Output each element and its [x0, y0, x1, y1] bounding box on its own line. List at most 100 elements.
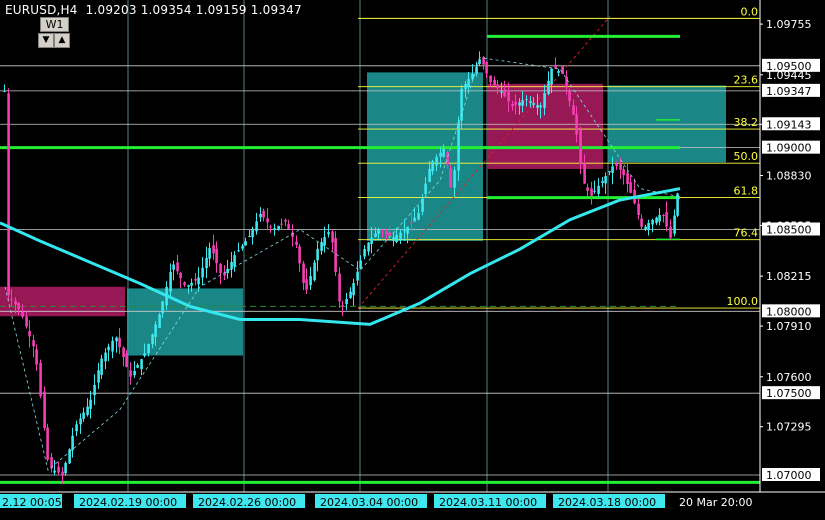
candle-body — [374, 233, 377, 237]
candle-body — [341, 305, 344, 307]
candle-body — [241, 245, 244, 249]
candle-body — [417, 213, 420, 220]
candle-body — [266, 218, 269, 223]
candle-body — [439, 152, 442, 157]
candle-body — [295, 241, 298, 245]
candle-body — [521, 100, 524, 106]
candle-body — [219, 263, 222, 274]
price-tick-label: 1.08830 — [766, 169, 812, 182]
price-level-tag-label: 1.08000 — [766, 305, 812, 318]
time-tick-label: 2.12 00:05 — [2, 496, 62, 509]
candle-body — [183, 282, 186, 285]
candle-body — [305, 279, 308, 290]
candle-body — [86, 406, 89, 416]
time-tick-label: 2024.03.18 00:00 — [558, 496, 656, 509]
price-tick-label: 1.07600 — [766, 371, 812, 384]
candle-body — [658, 215, 661, 222]
candle-body — [226, 268, 229, 274]
time-tick-label: 2024.02.19 00:00 — [79, 496, 177, 509]
candle-body — [442, 148, 445, 157]
candle-body — [615, 163, 618, 167]
candle-body — [619, 164, 622, 170]
candle-body — [215, 248, 218, 264]
candle-body — [133, 370, 136, 376]
scroll-up-icon[interactable]: ▲ — [54, 33, 70, 48]
candle-body — [208, 248, 211, 259]
candle-body — [532, 103, 535, 106]
candle-body — [35, 349, 38, 365]
candle-body — [32, 340, 35, 347]
candle-body — [143, 353, 146, 356]
candle-body — [586, 187, 589, 192]
candle-body — [64, 462, 67, 474]
candle-body — [147, 344, 150, 354]
candle-body — [61, 471, 64, 475]
fib-level-label: 23.6 — [734, 74, 759, 87]
candle-body — [334, 238, 337, 273]
candle-body — [320, 242, 323, 252]
candle-body — [597, 185, 600, 194]
candle-body — [201, 267, 204, 278]
candle-body — [316, 248, 319, 261]
candle-body — [572, 105, 575, 115]
candle-body — [14, 300, 17, 305]
candle-body — [550, 68, 553, 85]
candle-body — [590, 188, 593, 196]
candle-body — [539, 105, 542, 108]
chart-header: EURUSD,H4 1.09203 1.09354 1.09159 1.0934… — [5, 3, 302, 17]
candle-body — [543, 93, 546, 108]
candle-body — [79, 418, 82, 425]
candle-body — [28, 331, 31, 337]
candle-body — [511, 103, 514, 107]
candle-body — [503, 89, 506, 97]
price-level-tag-label: 1.09000 — [766, 142, 812, 155]
candle-body — [179, 272, 182, 279]
candle-body — [262, 210, 265, 218]
candle-body — [467, 78, 470, 87]
candle-body — [172, 264, 175, 270]
scroll-down-icon[interactable]: ▼ — [38, 33, 54, 48]
candle-body — [3, 90, 6, 92]
candle-body — [97, 370, 100, 383]
candle-body — [154, 324, 157, 337]
candle-body — [277, 225, 280, 230]
candle-body — [331, 231, 334, 243]
candle-body — [496, 85, 499, 89]
candle-body — [388, 232, 391, 237]
candle-body — [197, 277, 200, 285]
candle-body — [107, 346, 110, 351]
candle-body — [125, 353, 128, 367]
time-tick-label: 20 Mar 20:00 — [679, 496, 752, 509]
candle-body — [115, 337, 118, 342]
candle-body — [669, 226, 672, 238]
candle-body — [673, 215, 676, 234]
candle-body — [514, 102, 517, 105]
candle-body — [568, 91, 571, 102]
candle-body — [428, 168, 431, 182]
candle-body — [352, 283, 355, 296]
candle-body — [453, 170, 456, 188]
candle-body — [644, 226, 647, 230]
timeframe-button[interactable]: W1 — [40, 17, 69, 32]
candle-body — [17, 302, 20, 310]
candle-body — [431, 161, 434, 172]
candle-body — [457, 122, 460, 171]
candle-body — [75, 424, 78, 432]
candle-body — [43, 391, 46, 429]
candle-body — [622, 169, 625, 176]
candle-body — [212, 245, 215, 254]
candle-body — [46, 427, 49, 460]
price-chart[interactable]: 0.023.638.250.061.876.4100.01.097551.094… — [0, 0, 825, 520]
candle-body — [187, 285, 190, 287]
candle-body — [356, 271, 359, 281]
candle-body — [435, 157, 438, 166]
candle-body — [662, 214, 665, 216]
candle-body — [169, 272, 172, 292]
candle-body — [626, 172, 629, 184]
candle-body — [655, 217, 658, 224]
candle-body — [608, 171, 611, 173]
candle-body — [140, 359, 143, 370]
candle-body — [493, 79, 496, 86]
fib-level-label: 76.4 — [734, 227, 759, 240]
candle-body — [507, 91, 510, 102]
